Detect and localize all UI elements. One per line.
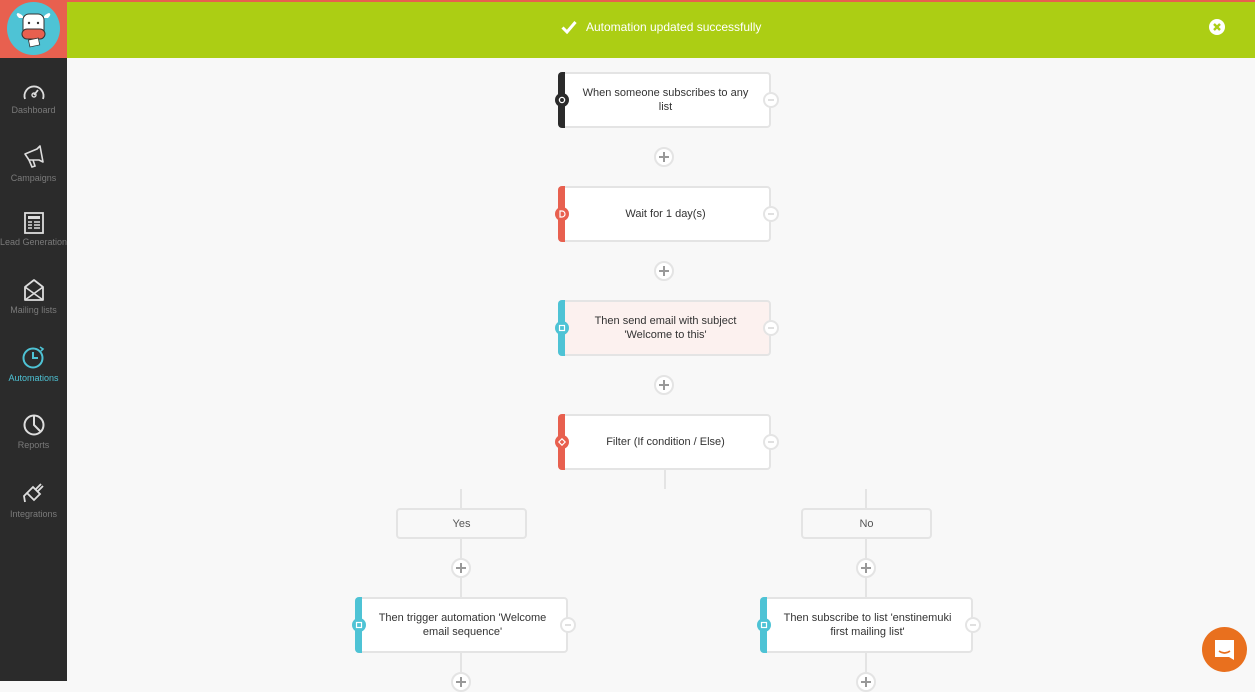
node-text: Filter (If condition / Else) [606, 435, 725, 449]
sidebar-item-integrations[interactable]: Integrations [0, 480, 67, 540]
workflow-node-send-email[interactable]: Then send email with subject 'Welcome to… [558, 300, 771, 356]
sidebar-item-label: Automations [0, 373, 67, 383]
add-step-button[interactable] [654, 261, 674, 281]
no-connector-top [865, 489, 867, 509]
sidebar-item-label: Mailing lists [0, 305, 67, 315]
check-icon [561, 20, 577, 34]
banner-message: Automation updated successfully [586, 20, 761, 34]
sidebar-item-label: Lead Generation [0, 237, 67, 247]
add-step-button-yes[interactable] [451, 558, 471, 578]
remove-node-button[interactable] [560, 617, 576, 633]
megaphone-icon [21, 144, 47, 170]
sidebar-item-mailing-lists[interactable]: Mailing lists [0, 278, 67, 338]
action-square-icon [760, 621, 768, 629]
envelope-icon [22, 278, 46, 302]
filter-connector [664, 469, 666, 489]
branch-yes[interactable]: Yes [396, 508, 527, 539]
form-icon [23, 212, 45, 234]
sidebar-item-label: Integrations [0, 509, 67, 519]
add-step-button[interactable] [654, 375, 674, 395]
plug-icon [21, 480, 47, 506]
sidebar-item-lead-generation[interactable]: Lead Generation [0, 212, 67, 272]
branch-no[interactable]: No [801, 508, 932, 539]
node-text: When someone subscribes to any list [576, 86, 755, 114]
node-handle[interactable] [555, 321, 569, 335]
remove-node-button[interactable] [763, 206, 779, 222]
node-text: Then trigger automation 'Welcome email s… [373, 611, 552, 639]
add-step-button-no-bottom[interactable] [856, 672, 876, 692]
logo-area[interactable] [0, 0, 67, 58]
remove-node-button[interactable] [965, 617, 981, 633]
node-text: Then send email with subject 'Welcome to… [576, 314, 755, 342]
remove-node-button[interactable] [763, 92, 779, 108]
node-handle[interactable] [555, 435, 569, 449]
workflow-node-filter[interactable]: Filter (If condition / Else) [558, 414, 771, 470]
sidebar-item-label: Campaigns [0, 173, 67, 183]
sidebar-item-dashboard[interactable]: Dashboard [0, 82, 67, 142]
workflow-node-trigger-automation[interactable]: Then trigger automation 'Welcome email s… [355, 597, 568, 653]
delay-icon [558, 210, 566, 218]
add-step-button-yes-bottom[interactable] [451, 672, 471, 692]
pie-chart-icon [22, 413, 46, 437]
success-banner: Automation updated successfully [67, 2, 1255, 58]
node-text: Wait for 1 day(s) [625, 207, 705, 221]
remove-node-button[interactable] [763, 320, 779, 336]
workflow-node-delay[interactable]: Wait for 1 day(s) [558, 186, 771, 242]
chat-widget-button[interactable] [1202, 627, 1247, 672]
remove-node-button[interactable] [763, 434, 779, 450]
close-circle-icon [1209, 19, 1225, 35]
chat-bubble-icon [1202, 627, 1247, 672]
close-banner-button[interactable] [1209, 19, 1225, 35]
workflow-node-trigger[interactable]: When someone subscribes to any list [558, 72, 771, 128]
yes-connector-top [460, 489, 462, 509]
sidebar-item-reports[interactable]: Reports [0, 413, 67, 473]
add-step-button-no[interactable] [856, 558, 876, 578]
node-handle[interactable] [757, 618, 771, 632]
sidebar-item-label: Dashboard [0, 105, 67, 115]
branch-label: No [859, 518, 873, 530]
sidebar: Dashboard Campaigns Lead Generation Mail… [0, 0, 67, 681]
gauge-icon [22, 82, 46, 102]
action-square-icon [558, 324, 566, 332]
branch-label: Yes [453, 518, 471, 530]
node-handle[interactable] [352, 618, 366, 632]
cow-logo-icon[interactable] [7, 2, 60, 55]
workflow-canvas: When someone subscribes to any list Wait… [67, 58, 1255, 681]
sidebar-item-automations[interactable]: Automations [0, 344, 67, 404]
action-square-icon [355, 621, 363, 629]
clock-icon [21, 344, 47, 370]
add-step-button[interactable] [654, 147, 674, 167]
node-handle[interactable] [555, 93, 569, 107]
filter-diamond-icon [558, 438, 566, 446]
trigger-circle-icon [558, 96, 566, 104]
node-handle[interactable] [555, 207, 569, 221]
node-text: Then subscribe to list 'enstinemuki firs… [778, 611, 957, 639]
workflow-node-subscribe-list[interactable]: Then subscribe to list 'enstinemuki firs… [760, 597, 973, 653]
sidebar-item-campaigns[interactable]: Campaigns [0, 144, 67, 204]
sidebar-item-label: Reports [0, 440, 67, 450]
